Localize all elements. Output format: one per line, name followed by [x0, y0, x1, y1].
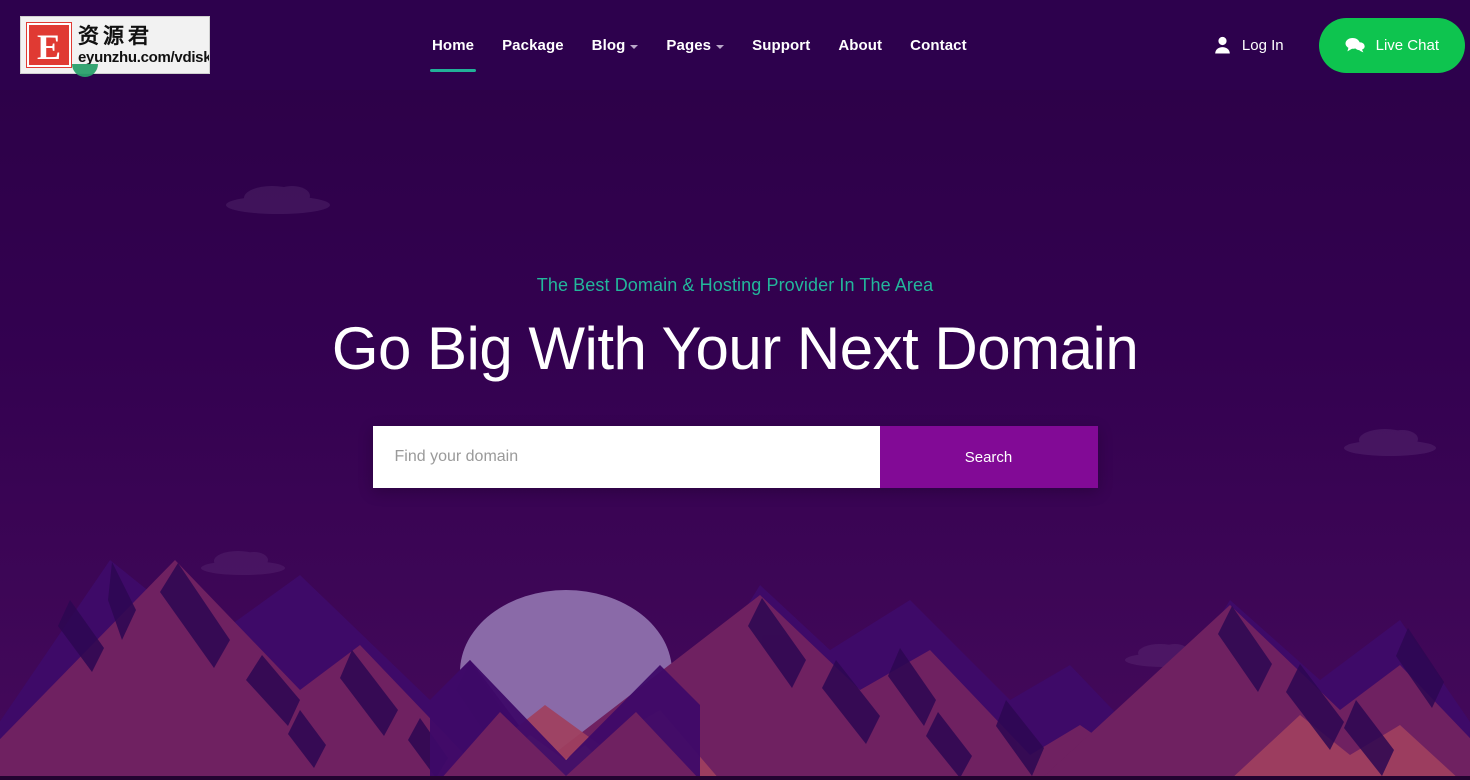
nav-item-pages[interactable]: Pages [664, 33, 726, 58]
header-actions: Log In Live Chat [1214, 0, 1470, 90]
nav-item-support[interactable]: Support [750, 33, 812, 58]
login-label: Log In [1241, 36, 1284, 54]
nav-item-about[interactable]: About [836, 33, 884, 58]
logo-text-group: 资源君 eyunzhu.com/vdisk [78, 23, 210, 66]
login-button[interactable]: Log In [1214, 36, 1284, 54]
domain-search-button[interactable]: Search [879, 426, 1098, 488]
nav-item-contact[interactable]: Contact [908, 33, 969, 58]
chevron-down-icon [716, 44, 725, 49]
nav-label: Package [502, 36, 564, 54]
person-icon [1215, 36, 1230, 54]
nav-label: Contact [910, 36, 967, 54]
nav-item-package[interactable]: Package [500, 33, 566, 58]
page-title: Go Big With Your Next Domain [331, 315, 1139, 382]
mountain-over-moon-front [440, 712, 700, 780]
domain-search-input[interactable] [372, 426, 880, 488]
logo-watermark[interactable]: E 资源君 eyunzhu.com/vdisk [20, 16, 210, 74]
logo-e-icon: E [26, 22, 72, 68]
nav-label: Pages [666, 36, 712, 54]
nav-label: Support [752, 36, 811, 54]
live-chat-label: Live Chat [1375, 36, 1439, 54]
logo-url-text: eyunzhu.com/vdisk [78, 48, 210, 66]
nav-label: Home [432, 36, 475, 54]
logo-chinese-text: 资源君 [78, 23, 153, 48]
page-root: E 资源君 eyunzhu.com/vdisk Home Package Blo… [0, 0, 1470, 780]
hero-section: The Best Domain & Hosting Provider In Th… [0, 90, 1470, 488]
domain-search-form: Search [372, 426, 1098, 488]
hero-subtitle: The Best Domain & Hosting Provider In Th… [536, 275, 934, 295]
mountain-layer-mid [0, 560, 1470, 780]
nav-label: Blog [591, 36, 626, 54]
mountain-over-moon [430, 660, 700, 780]
cloud-icon [201, 551, 285, 575]
moon-shape [460, 590, 672, 754]
nav-item-blog[interactable]: Blog [590, 33, 641, 58]
page-bottom-edge [0, 776, 1470, 780]
nav-label: About [838, 36, 883, 54]
live-chat-button[interactable]: Live Chat [1318, 17, 1465, 73]
chevron-down-icon [630, 44, 639, 49]
logo-tail-decoration [72, 64, 98, 77]
chat-bubbles-icon [1345, 38, 1365, 53]
mountain-layer-back [0, 560, 1470, 780]
mountain-layer-front [450, 705, 1460, 780]
site-header: E 资源君 eyunzhu.com/vdisk Home Package Blo… [0, 0, 1470, 90]
cloud-icon [1125, 644, 1205, 667]
main-navigation: Home Package Blog Pages Support About Co… [430, 0, 969, 90]
mountain-shadow-streaks [58, 562, 1444, 778]
nav-item-home[interactable]: Home [430, 33, 477, 72]
